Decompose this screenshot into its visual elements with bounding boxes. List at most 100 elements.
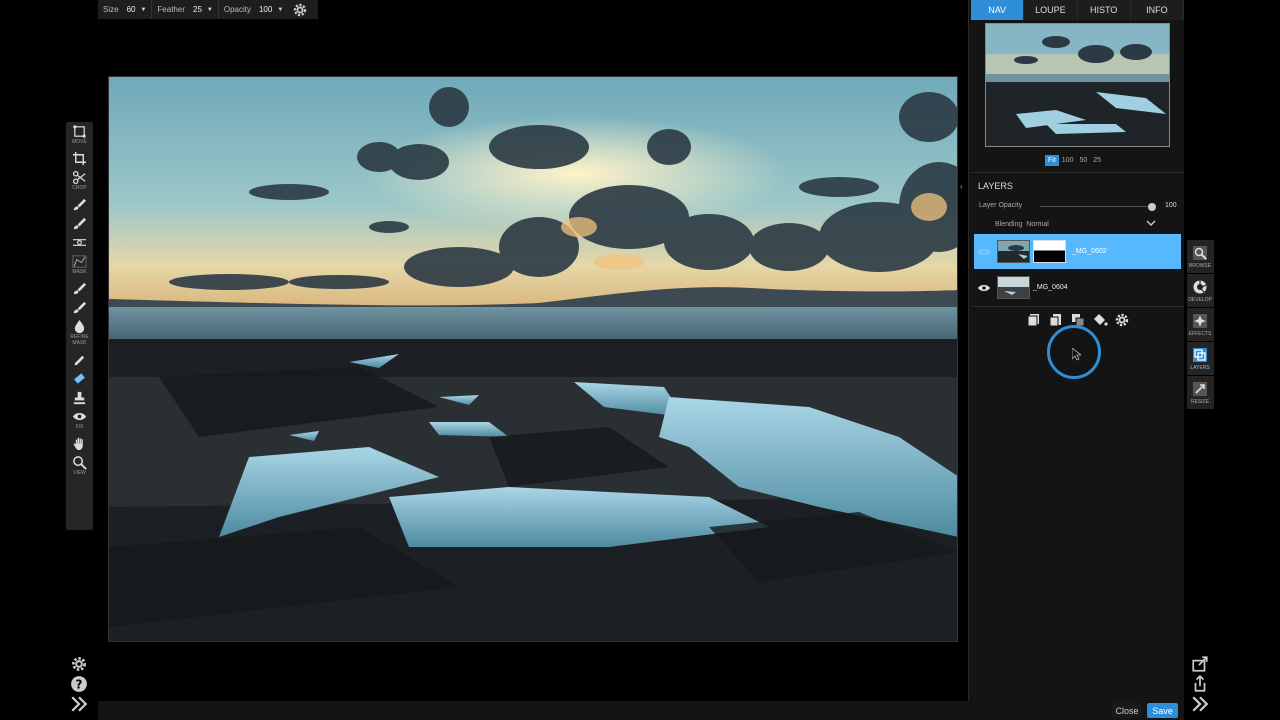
size-option[interactable]: Size 60 ▼: [98, 0, 153, 19]
view-tool-label: VIEW: [73, 470, 86, 476]
zoom-25[interactable]: 25: [1090, 155, 1104, 166]
layer-row[interactable]: _MG_0602: [974, 234, 1181, 269]
svg-text:?: ?: [75, 678, 82, 692]
module-resize[interactable]: RESIZE: [1186, 376, 1214, 409]
clone-stamp-icon[interactable]: [72, 390, 87, 405]
module-browse-label: BROWSE: [1188, 262, 1212, 269]
brush-settings-gear-icon[interactable]: [292, 2, 308, 18]
zoom-50[interactable]: 50: [1076, 155, 1090, 166]
duplicate-layer-icon[interactable]: [1048, 312, 1064, 328]
size-label: Size: [103, 5, 119, 14]
module-develop-label: DEVELOP: [1188, 296, 1212, 303]
scissors-icon[interactable]: [72, 170, 87, 185]
size-dropdown-icon[interactable]: ▼: [140, 7, 146, 13]
close-button[interactable]: Close: [1112, 703, 1142, 718]
layers-title: LAYERS: [978, 181, 1013, 191]
browse-icon: [1193, 245, 1207, 260]
nav-tabs: NAV LOUPE HISTO INFO: [971, 0, 1184, 20]
retouch-brush-icon: [74, 355, 85, 366]
navigator-thumbnail[interactable]: [985, 23, 1170, 147]
refine-mask-tool[interactable]: REFINE MASK: [66, 275, 93, 346]
panel-divider: [971, 306, 1184, 307]
chisel-icon[interactable]: [72, 300, 87, 315]
tab-info[interactable]: INFO: [1130, 0, 1184, 20]
opacity-label: Opacity: [223, 5, 251, 14]
aperture-icon: [1193, 280, 1207, 293]
blending-value: Normal: [1026, 220, 1049, 228]
layer-opacity-label: Layer Opacity: [979, 202, 1023, 209]
module-layers[interactable]: LAYERS: [1186, 342, 1214, 375]
brush-options-bar: Size 60 ▼ Feather 25 ▼ Opacity 100 ▼: [98, 0, 318, 19]
bottom-bar: [98, 701, 1184, 720]
module-browse[interactable]: BROWSE: [1186, 240, 1214, 273]
module-develop[interactable]: DEVELOP: [1186, 274, 1214, 307]
module-strip: BROWSE DEVELOP EFFECTS LAYERS RESIZE: [1186, 240, 1214, 410]
fix-tool[interactable]: FIX: [66, 346, 93, 430]
hand-icon: [73, 437, 83, 451]
expand-chevrons-icon[interactable]: [70, 695, 88, 713]
opacity-dropdown-icon[interactable]: ▼: [277, 7, 283, 13]
crop-tool[interactable]: CROP: [66, 145, 93, 191]
zoom-fit[interactable]: Fit: [1045, 155, 1059, 166]
seascape-photo: [109, 77, 957, 641]
zoom-icon[interactable]: [72, 455, 87, 470]
layer-opacity-handle[interactable]: [1148, 203, 1156, 211]
module-layers-label: LAYERS: [1190, 364, 1210, 371]
size-value[interactable]: 60: [127, 5, 136, 14]
chevron-down-icon: [1146, 220, 1156, 226]
help-icon[interactable]: ?: [70, 675, 88, 693]
lasso-icon[interactable]: [72, 254, 87, 269]
settings-gear-icon[interactable]: [70, 655, 88, 673]
blur-brush-icon[interactable]: [72, 319, 87, 334]
red-eye-icon[interactable]: [72, 409, 87, 424]
visibility-eye-icon[interactable]: [978, 284, 990, 292]
feather-value[interactable]: 25: [193, 5, 202, 14]
share-icon[interactable]: [1191, 675, 1209, 693]
view-tool[interactable]: VIEW: [66, 430, 93, 476]
tab-nav[interactable]: NAV: [971, 0, 1025, 20]
navigator-image: [986, 24, 1169, 146]
layer-settings-gear-icon[interactable]: [1114, 312, 1130, 328]
export-icon[interactable]: [1191, 655, 1209, 673]
feather-label: Feather: [157, 5, 185, 14]
expand-chevrons-icon[interactable]: [1191, 695, 1209, 713]
tab-histo[interactable]: HISTO: [1077, 0, 1131, 20]
smart-brush-icon[interactable]: [72, 216, 87, 231]
image-canvas[interactable]: [108, 76, 958, 642]
opacity-option[interactable]: Opacity 100 ▼: [219, 0, 288, 19]
blending-label: Blending: [995, 220, 1023, 228]
mask-tool[interactable]: MASK: [66, 191, 93, 275]
move-tool[interactable]: MOVE: [66, 122, 93, 145]
crop-icon: [72, 151, 87, 166]
layer-opacity-value: 100: [1165, 202, 1177, 209]
resize-icon: [1193, 381, 1207, 396]
effects-icon: [1193, 313, 1207, 328]
tab-loupe[interactable]: LOUPE: [1024, 0, 1078, 20]
layer-mask-thumbnail[interactable]: [1033, 240, 1066, 263]
add-layer-icon[interactable]: [1026, 312, 1042, 328]
module-effects-label: EFFECTS: [1188, 330, 1212, 337]
layers-icon: [1193, 347, 1207, 362]
module-effects[interactable]: EFFECTS: [1186, 308, 1214, 341]
visibility-eye-icon[interactable]: [978, 248, 990, 256]
perfect-eraser-icon[interactable]: [72, 371, 87, 386]
blending-dropdown[interactable]: Blending Normal: [978, 218, 1158, 230]
gradient-mask-icon[interactable]: [72, 235, 87, 250]
save-button[interactable]: Save: [1147, 703, 1178, 718]
transform-icon: [73, 125, 86, 138]
layer-opacity-slider[interactable]: [1040, 206, 1152, 207]
refine-mask-tool-label: REFINE MASK: [70, 334, 89, 346]
zoom-selector: Fit 100 50 25: [1045, 155, 1104, 166]
tool-strip: MOVE CROP MASK REFINE MASK FIX VIEW: [66, 122, 93, 530]
fill-bucket-icon[interactable]: [1092, 312, 1108, 328]
panel-collapse-icon[interactable]: ‹: [960, 182, 963, 191]
layer-row[interactable]: _MG_0604: [974, 270, 1181, 305]
layer-name: _MG_0602: [1072, 248, 1107, 255]
layer-thumbnail: [997, 240, 1030, 263]
panel-divider: [971, 172, 1184, 173]
feather-option[interactable]: Feather 25 ▼: [152, 0, 219, 19]
opacity-value[interactable]: 100: [259, 5, 272, 14]
feather-dropdown-icon[interactable]: ▼: [207, 7, 213, 13]
zoom-100[interactable]: 100: [1059, 155, 1077, 166]
layer-name: _MG_0604: [1033, 284, 1068, 291]
